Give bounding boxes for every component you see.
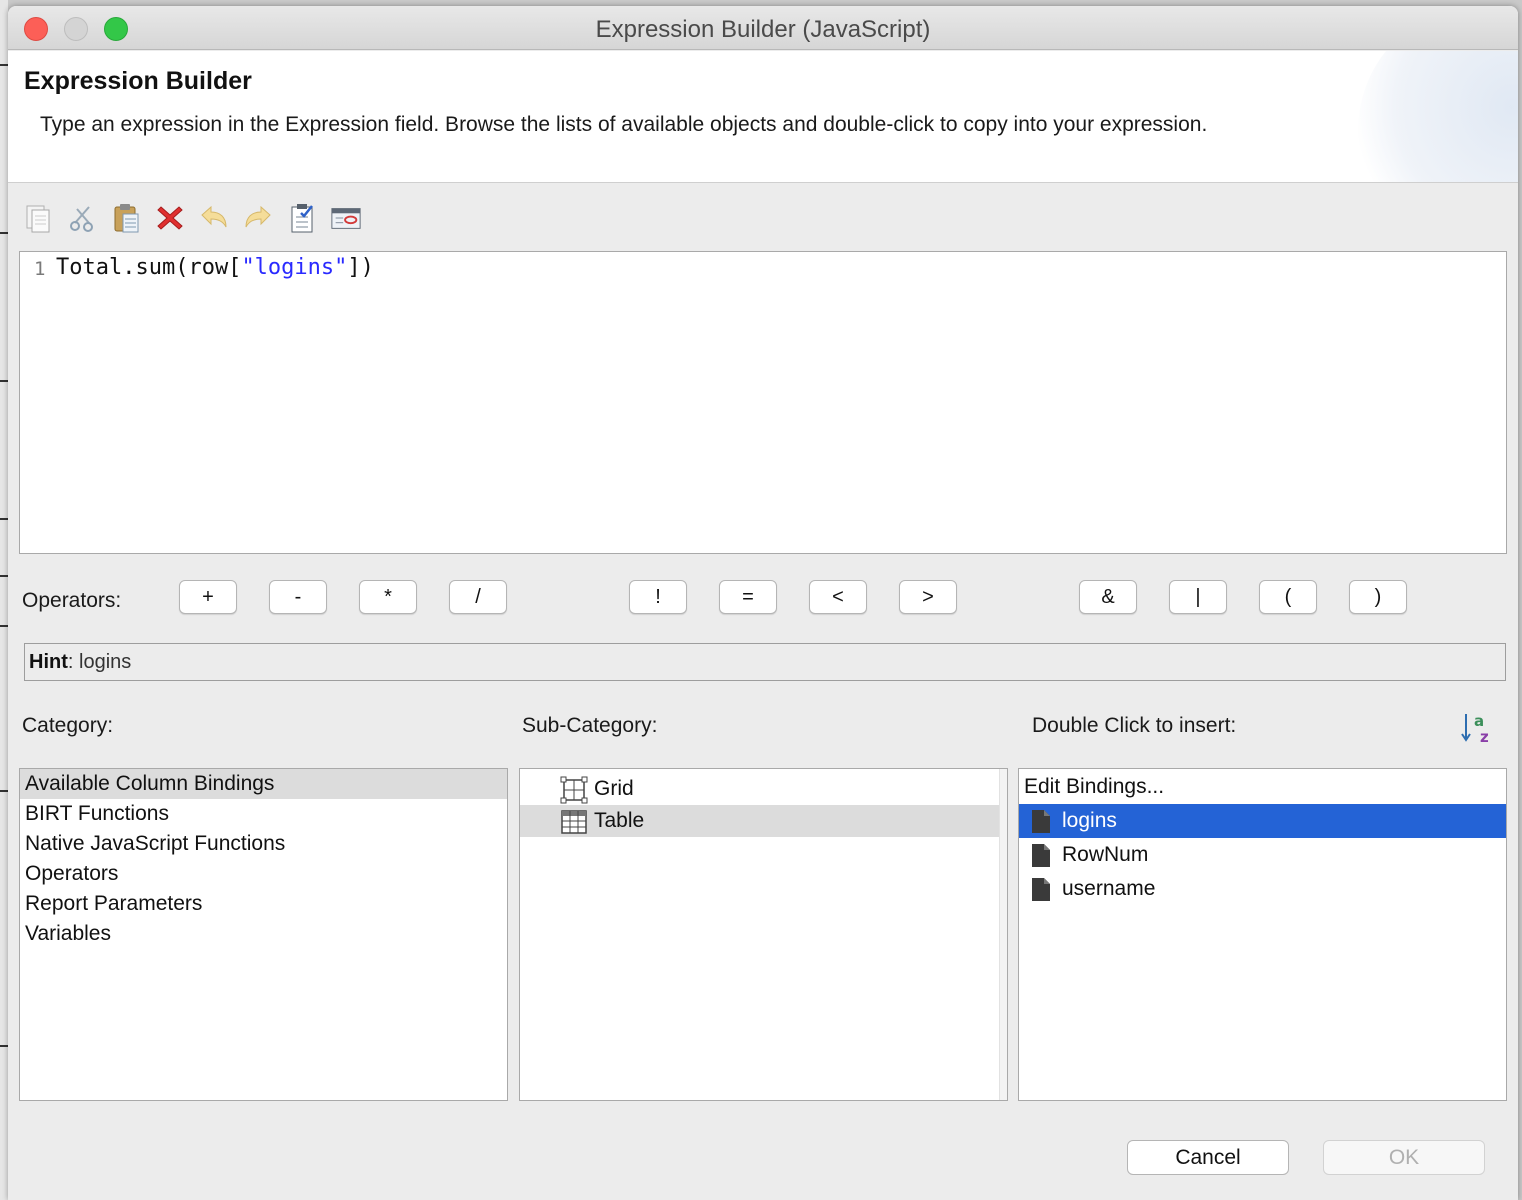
cancel-button[interactable]: Cancel xyxy=(1127,1140,1289,1175)
operator-not-button[interactable]: ! xyxy=(629,580,687,614)
category-list[interactable]: Available Column Bindings BIRT Functions… xyxy=(19,768,508,1101)
category-item-report-parameters[interactable]: Report Parameters xyxy=(20,889,507,919)
code-suffix: ]) xyxy=(347,255,374,280)
edit-bindings-item[interactable]: Edit Bindings... xyxy=(1019,770,1506,804)
operator-multiply-button[interactable]: * xyxy=(359,580,417,614)
category-item-available-column-bindings[interactable]: Available Column Bindings xyxy=(20,769,507,799)
validate-icon[interactable] xyxy=(286,202,318,234)
background-app-edge xyxy=(0,0,8,1200)
calculate-icon[interactable] xyxy=(330,202,362,234)
edit-bindings-label: Edit Bindings... xyxy=(1024,775,1165,798)
header-description: Type an expression in the Expression fie… xyxy=(40,113,1208,136)
title-bar: Expression Builder (JavaScript) xyxy=(8,6,1518,50)
operator-greater-than-button[interactable]: > xyxy=(899,580,957,614)
ok-button[interactable]: OK xyxy=(1323,1140,1485,1175)
cut-icon[interactable] xyxy=(66,202,98,234)
subcategory-label: Sub-Category: xyxy=(522,714,658,737)
paste-icon[interactable] xyxy=(110,202,142,234)
insert-label-username: username xyxy=(1062,877,1156,900)
category-item-native-javascript-functions[interactable]: Native JavaScript Functions xyxy=(20,829,507,859)
sort-alphabetically-icon[interactable]: az xyxy=(1460,710,1494,746)
code-prefix: Total.sum(row[ xyxy=(56,255,242,280)
page-title: Expression Builder xyxy=(24,67,252,95)
table-icon xyxy=(560,808,588,846)
category-item-operators[interactable]: Operators xyxy=(20,859,507,889)
delete-icon[interactable] xyxy=(154,202,186,234)
expression-builder-dialog: Expression Builder (JavaScript) Expressi… xyxy=(8,6,1518,1200)
subcategory-item-grid[interactable]: Grid xyxy=(520,773,1007,805)
operator-divide-button[interactable]: / xyxy=(449,580,507,614)
expression-code[interactable]: Total.sum(row["logins"]) xyxy=(56,255,374,280)
hint-value: : logins xyxy=(67,651,132,673)
operator-and-button[interactable]: & xyxy=(1079,580,1137,614)
operator-or-button[interactable]: | xyxy=(1169,580,1227,614)
header-banner-decoration xyxy=(1358,51,1518,182)
insert-item-username[interactable]: username xyxy=(1019,872,1506,906)
operator-less-than-button[interactable]: < xyxy=(809,580,867,614)
expression-editor[interactable]: 1 Total.sum(row["logins"]) xyxy=(19,251,1507,554)
operator-equals-button[interactable]: = xyxy=(719,580,777,614)
code-string-literal: "logins" xyxy=(241,255,348,280)
line-number: 1 xyxy=(34,258,46,280)
category-item-variables[interactable]: Variables xyxy=(20,919,507,949)
operator-minus-button[interactable]: - xyxy=(269,580,327,614)
hint-field: Hint: logins xyxy=(24,643,1506,681)
column-binding-icon xyxy=(1032,878,1050,901)
dialog-header: Expression Builder Type an expression in… xyxy=(8,51,1518,183)
operators-bar: Operators: + - * / ! = < > & | ( ) xyxy=(22,580,1512,620)
operator-close-paren-button[interactable]: ) xyxy=(1349,580,1407,614)
svg-text:z: z xyxy=(1480,728,1489,744)
editor-toolbar xyxy=(22,202,362,236)
copy-icon[interactable] xyxy=(22,202,54,234)
insert-item-logins[interactable]: logins xyxy=(1019,804,1506,838)
insert-label-rownum: RowNum xyxy=(1062,843,1149,866)
column-binding-icon xyxy=(1032,844,1050,867)
subcategory-label-table: Table xyxy=(594,809,645,832)
subcategory-label-grid: Grid xyxy=(594,777,634,800)
undo-icon[interactable] xyxy=(198,202,230,234)
insert-label: Double Click to insert: xyxy=(1032,714,1237,737)
operator-plus-button[interactable]: + xyxy=(179,580,237,614)
insert-label-logins: logins xyxy=(1062,809,1117,832)
subcategory-item-table[interactable]: Table xyxy=(520,805,1007,837)
category-label: Category: xyxy=(22,714,114,737)
subcategory-scrollbar[interactable] xyxy=(999,769,1007,1100)
subcategory-list[interactable]: Grid Table xyxy=(519,768,1008,1101)
redo-icon[interactable] xyxy=(242,202,274,234)
insert-item-rownum[interactable]: RowNum xyxy=(1019,838,1506,872)
operator-open-paren-button[interactable]: ( xyxy=(1259,580,1317,614)
operators-label: Operators: xyxy=(22,589,122,612)
hint-label: Hint xyxy=(29,651,68,673)
category-item-birt-functions[interactable]: BIRT Functions xyxy=(20,799,507,829)
column-binding-icon xyxy=(1032,810,1050,833)
window-title: Expression Builder (JavaScript) xyxy=(595,16,931,43)
insert-list[interactable]: Edit Bindings... logins RowNum username xyxy=(1018,768,1507,1101)
